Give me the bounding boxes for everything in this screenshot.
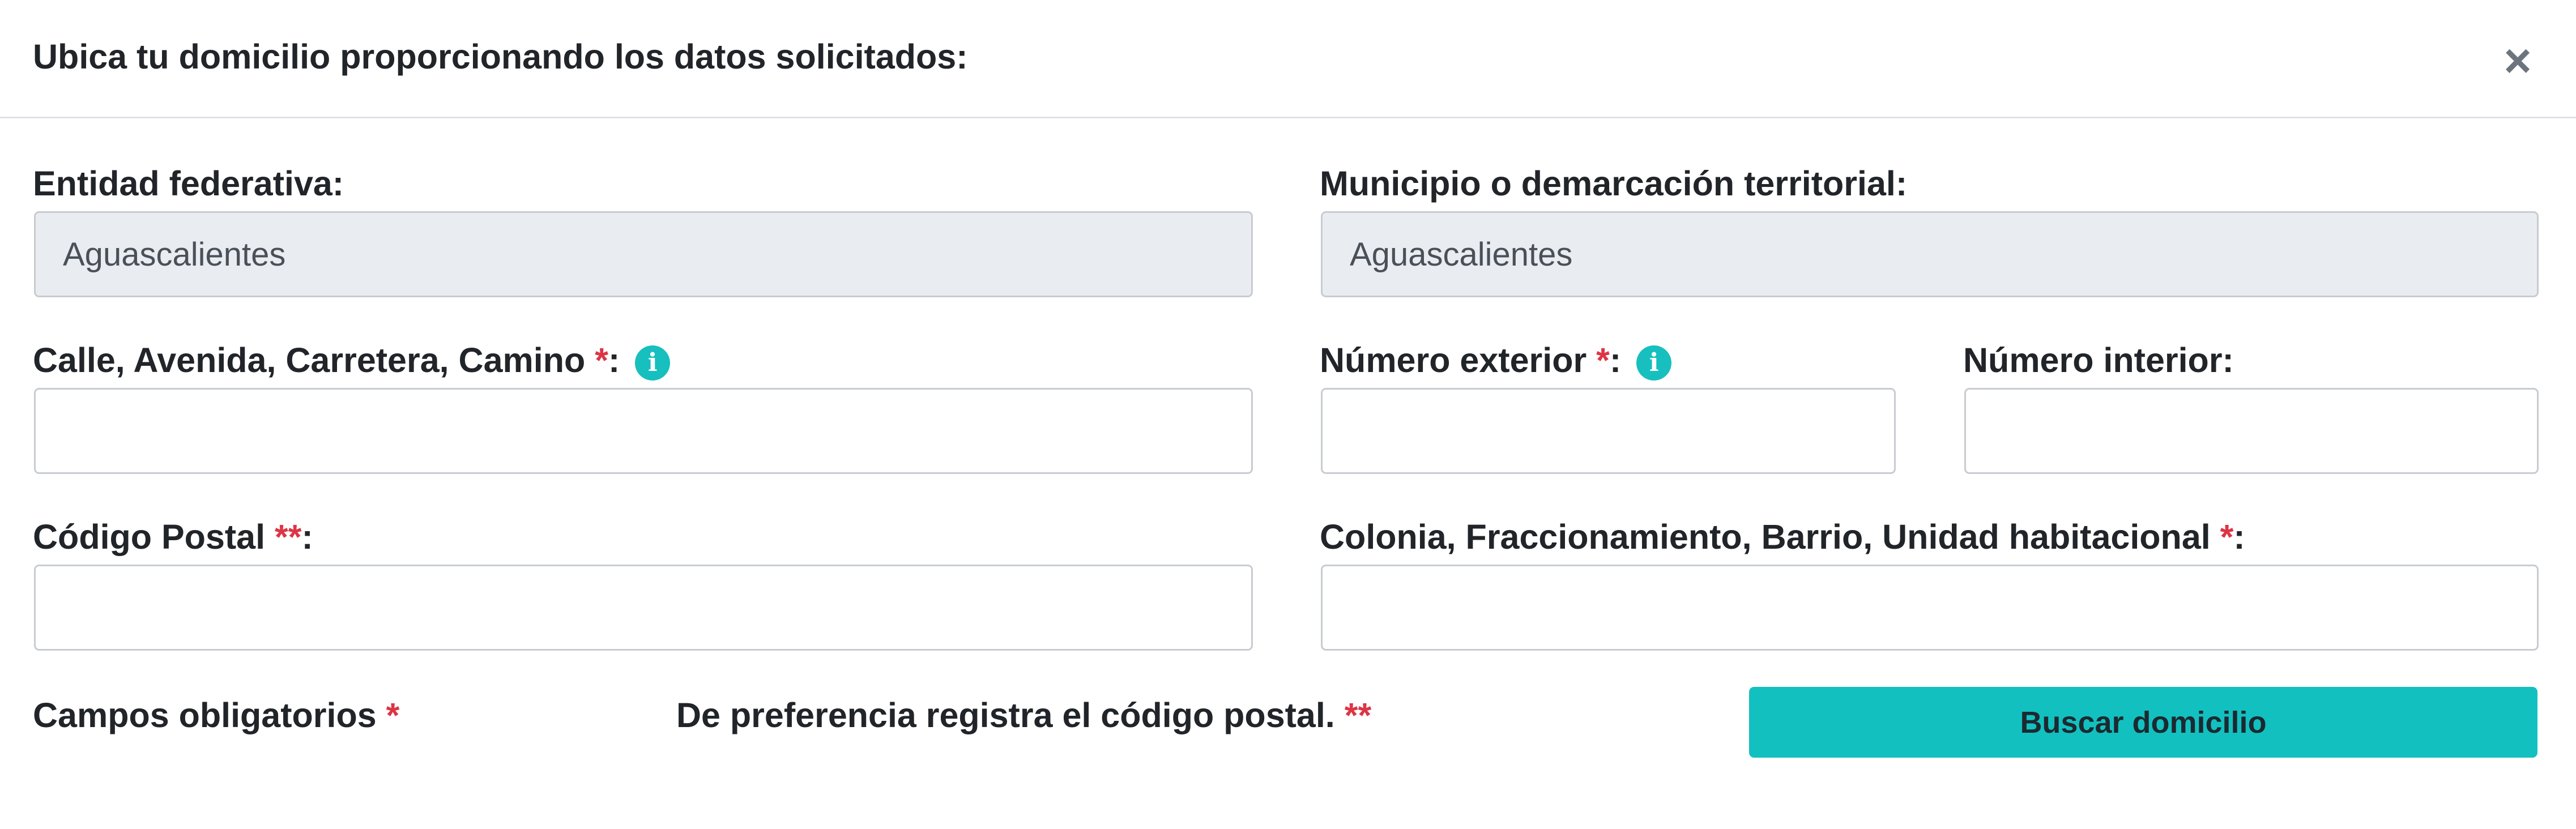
codigo-postal-label-text: Código Postal [33,518,266,556]
numero-exterior-input[interactable] [1321,388,1896,474]
codigo-postal-label: Código Postal **: [33,515,313,558]
postal-code-note-text: De preferencia registra el código postal… [676,696,1335,734]
calle-label: Calle, Avenida, Carretera, Camino *: i [33,339,671,382]
info-icon[interactable]: i [635,345,671,381]
colonia-label-text: Colonia, Fraccionamiento, Barrio, Unidad… [1320,518,2211,556]
required-fields-note-text: Campos obligatorios [33,696,377,734]
municipio-field[interactable] [1321,211,2539,297]
numero-exterior-label: Número exterior *: i [1320,339,1672,382]
colonia-input[interactable] [1321,565,2539,651]
close-icon[interactable]: × [2498,35,2537,86]
numero-interior-label-text: Número interior: [1963,341,2234,379]
search-address-button[interactable]: Buscar domicilio [1749,687,2537,758]
colonia-required-mark: * [2220,518,2234,556]
calle-label-suffix: : [608,341,620,379]
postal-code-note: De preferencia registra el código postal… [676,694,1371,737]
codigo-postal-required-mark: ** [275,518,302,556]
colonia-label: Colonia, Fraccionamiento, Barrio, Unidad… [1320,515,2245,558]
required-fields-note: Campos obligatorios * [33,694,399,737]
required-fields-note-mark: * [386,696,400,734]
codigo-postal-input[interactable] [34,565,1253,651]
codigo-postal-label-suffix: : [301,518,313,556]
numero-exterior-label-text: Número exterior [1320,341,1587,379]
address-modal: Ubica tu domicilio proporcionando los da… [0,0,2576,829]
numero-exterior-label-suffix: : [1609,341,1622,379]
numero-exterior-required-mark: * [1596,341,1610,379]
calle-input[interactable] [34,388,1253,474]
entidad-field[interactable] [34,211,1253,297]
colonia-label-suffix: : [2233,518,2245,556]
municipio-label-text: Municipio o demarcación territorial: [1320,164,1908,203]
info-icon[interactable]: i [1636,345,1672,381]
numero-interior-label: Número interior: [1963,339,2234,382]
entidad-label: Entidad federativa: [33,162,344,205]
entidad-label-text: Entidad federativa: [33,164,344,203]
modal-header: Ubica tu domicilio proporcionando los da… [0,0,2576,118]
municipio-label: Municipio o demarcación territorial: [1320,162,1907,205]
calle-label-text: Calle, Avenida, Carretera, Camino [33,341,586,379]
postal-code-note-mark: ** [1344,696,1372,734]
modal-title: Ubica tu domicilio proporcionando los da… [33,37,968,76]
numero-interior-input[interactable] [1964,388,2539,474]
calle-required-mark: * [595,341,608,379]
